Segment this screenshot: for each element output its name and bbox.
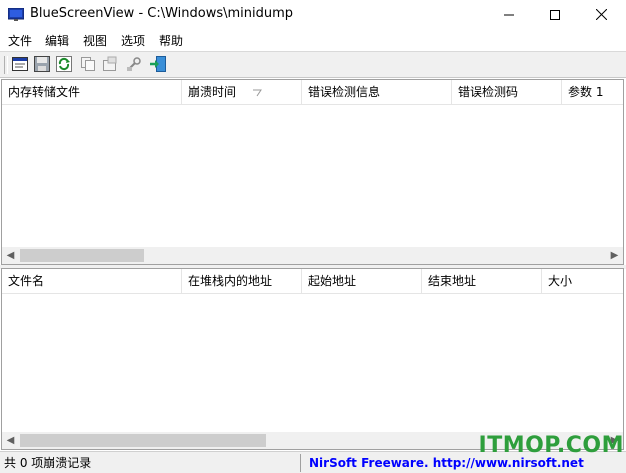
scroll-thumb[interactable] [20, 249, 144, 262]
window-title: BlueScreenView - C:\Windows\minidump [30, 6, 294, 21]
watermark: ITMOP.COM [478, 433, 624, 458]
menu-options[interactable]: 选项 [116, 31, 150, 51]
scroll-right-icon[interactable]: ▶ [606, 247, 623, 264]
sort-arrow-icon [252, 80, 262, 104]
menu-bar: 文件 编辑 视图 选项 帮助 [0, 31, 626, 51]
maximize-button[interactable] [532, 0, 578, 31]
column-from-address[interactable]: 起始地址 [302, 269, 422, 293]
column-crash-time-label: 崩溃时间 [188, 85, 237, 99]
column-parameter-1[interactable]: 参数 1 [562, 80, 624, 104]
status-divider [300, 454, 301, 472]
column-filename[interactable]: 文件名 [2, 269, 182, 293]
scroll-thumb[interactable] [20, 434, 266, 447]
properties-icon [102, 56, 118, 75]
minimize-button[interactable] [486, 0, 532, 31]
driver-list-pane[interactable]: 文件名 在堆栈内的地址 起始地址 结束地址 大小 ◀ ▶ [1, 268, 624, 450]
column-crash-time[interactable]: 崩溃时间 [182, 80, 302, 104]
menu-help[interactable]: 帮助 [154, 31, 188, 51]
driver-list-header: 文件名 在堆栈内的地址 起始地址 结束地址 大小 [2, 269, 623, 294]
maximize-icon [550, 9, 560, 23]
close-button[interactable] [578, 0, 624, 31]
crash-list-hscrollbar[interactable]: ◀ ▶ [2, 247, 623, 264]
title-bar[interactable]: BlueScreenView - C:\Windows\minidump [0, 0, 626, 31]
refresh-button[interactable] [54, 55, 74, 75]
copy-icon [80, 56, 96, 75]
menu-file[interactable]: 文件 [3, 31, 37, 51]
column-dump-file[interactable]: 内存转储文件 [2, 80, 182, 104]
refresh-icon [56, 55, 72, 75]
html-report-button[interactable] [10, 55, 30, 75]
copy-button[interactable] [78, 55, 98, 75]
toolbar-grip [4, 56, 8, 74]
column-size[interactable]: 大小 [542, 269, 624, 293]
crash-count-status: 共 0 项崩溃记录 [4, 456, 92, 470]
column-bug-check-string[interactable]: 错误检测信息 [302, 80, 452, 104]
menu-edit[interactable]: 编辑 [40, 31, 74, 51]
app-icon [7, 7, 25, 22]
scroll-left-icon[interactable]: ◀ [2, 247, 19, 264]
exit-button[interactable] [148, 55, 168, 75]
scroll-left-icon[interactable]: ◀ [2, 432, 19, 449]
close-icon [595, 8, 607, 23]
exit-icon [149, 55, 167, 75]
save-icon [34, 55, 50, 75]
save-button[interactable] [32, 55, 52, 75]
column-bug-check-code[interactable]: 错误检测码 [452, 80, 562, 104]
minimize-icon [504, 9, 514, 23]
crash-list-pane[interactable]: 内存转储文件 崩溃时间 错误检测信息 错误检测码 参数 1 ◀ ▶ [1, 79, 624, 265]
column-to-address[interactable]: 结束地址 [422, 269, 542, 293]
advanced-options-icon [126, 56, 142, 75]
column-address-in-stack[interactable]: 在堆栈内的地址 [182, 269, 302, 293]
crash-list-header: 内存转储文件 崩溃时间 错误检测信息 错误检测码 参数 1 [2, 80, 623, 105]
menu-view[interactable]: 视图 [78, 31, 112, 51]
toolbar [0, 51, 626, 78]
properties-button[interactable] [100, 55, 120, 75]
html-report-icon [12, 56, 28, 74]
advanced-options-button[interactable] [124, 55, 144, 75]
